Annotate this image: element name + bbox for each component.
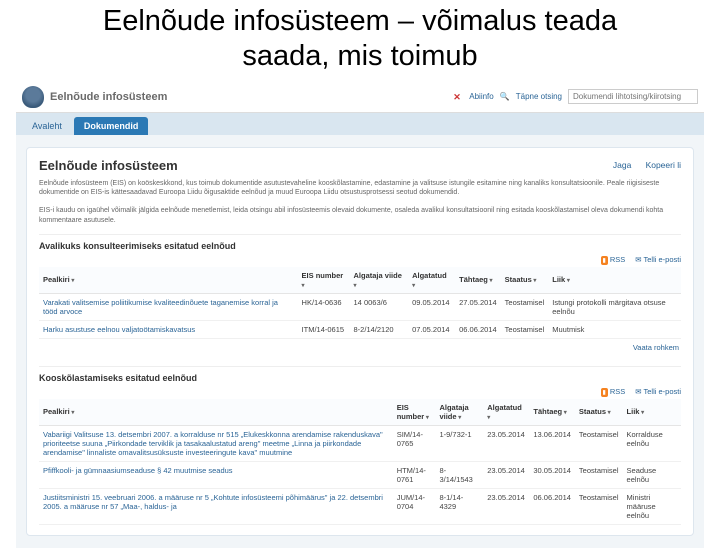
- table-coordination: Pealkiri EIS number Algataja viide Algat…: [39, 399, 681, 525]
- tabs: Avaleht Dokumendid: [16, 113, 704, 135]
- tab-documents[interactable]: Dokumendid: [74, 117, 149, 135]
- th-taht[interactable]: Tähtaeg: [529, 399, 575, 426]
- lead-text-1: Eelnõude infosüsteem (EIS) on koöskeskko…: [39, 179, 681, 199]
- slide-title: Eelnõude infosüsteem – võimalus teada sa…: [0, 0, 720, 82]
- table-row: Justiitsministri 15. veebruari 2006. a m…: [39, 488, 681, 524]
- th-title[interactable]: Pealkiri: [39, 399, 393, 426]
- row-title[interactable]: Vabariigi Valitsuse 13. detsembri 2007. …: [39, 425, 393, 461]
- th-taht[interactable]: Tähtaeg: [455, 267, 501, 294]
- table-row: Varakati valitsemise poliitikumise kvali…: [39, 293, 681, 320]
- main-panel: Eelnõude infosüsteem Jaga Kopeeri li Eel…: [26, 147, 694, 536]
- row-title[interactable]: Harku asustuse eelnou valjatoötamiskavat…: [39, 320, 298, 338]
- topbar: Eelnõude infosüsteem Abiinfo Täpne otsin…: [16, 82, 704, 113]
- crest-icon: [22, 86, 44, 108]
- rss-link-2[interactable]: ▮RSS: [601, 387, 626, 397]
- row-title[interactable]: Varakati valitsemise poliitikumise kvali…: [39, 293, 298, 320]
- th-eis[interactable]: EIS number: [298, 267, 350, 294]
- th-eis[interactable]: EIS number: [393, 399, 436, 426]
- th-liik[interactable]: Liik: [623, 399, 681, 426]
- content: Eelnõude infosüsteem Jaga Kopeeri li Eel…: [16, 135, 704, 548]
- section1-title: Avalikuks konsulteerimiseks esitatud eel…: [39, 234, 681, 251]
- tab-home[interactable]: Avaleht: [22, 117, 72, 135]
- share-link[interactable]: Jaga: [613, 160, 631, 170]
- rss-icon: ▮: [601, 388, 608, 397]
- subscribe-link-2[interactable]: ✉ Telli e-posti: [635, 387, 681, 397]
- table-row: Pfiffkooli- ja gümnaasiumseaduse § 42 mu…: [39, 461, 681, 488]
- help-link[interactable]: Abiinfo: [469, 92, 493, 101]
- alert-icon: [453, 92, 463, 102]
- section2-title: Kooskõlastamiseks esitatud eelnõud: [39, 366, 681, 383]
- table-row: Vabariigi Valitsuse 13. detsembri 2007. …: [39, 425, 681, 461]
- see-more-link[interactable]: Vaata rohkem: [633, 343, 679, 352]
- th-viide[interactable]: Algataja viide: [435, 399, 483, 426]
- search-input[interactable]: [568, 89, 698, 104]
- search-icon: [500, 92, 510, 102]
- th-title[interactable]: Pealkiri: [39, 267, 298, 294]
- table-public-consult: Pealkiri EIS number Algataja viide Algat…: [39, 267, 681, 339]
- row-title[interactable]: Pfiffkooli- ja gümnaasiumseaduse § 42 mu…: [39, 461, 393, 488]
- app-name: Eelnõude infosüsteem: [50, 91, 167, 103]
- copy-link[interactable]: Kopeeri li: [646, 160, 681, 170]
- table-row: Harku asustuse eelnou valjatoötamiskavat…: [39, 320, 681, 338]
- th-alg[interactable]: Algatatud: [483, 399, 529, 426]
- rss-icon: ▮: [601, 256, 608, 265]
- th-viide[interactable]: Algataja viide: [350, 267, 409, 294]
- subscribe-link-1[interactable]: ✉ Telli e-posti: [635, 255, 681, 265]
- advanced-search-link[interactable]: Täpne otsing: [516, 92, 562, 101]
- th-liik[interactable]: Liik: [548, 267, 681, 294]
- rss-link-1[interactable]: ▮RSS: [601, 255, 626, 265]
- eis-app: Eelnõude infosüsteem Abiinfo Täpne otsin…: [16, 82, 704, 548]
- lead-text-2: EIS-i kaudu on igaühel võimalik jälgida …: [39, 206, 681, 226]
- th-staatus[interactable]: Staatus: [575, 399, 623, 426]
- th-alg[interactable]: Algatatud: [408, 267, 455, 294]
- panel-title: Eelnõude infosüsteem: [39, 158, 178, 173]
- th-staatus[interactable]: Staatus: [501, 267, 549, 294]
- row-title[interactable]: Justiitsministri 15. veebruari 2006. a m…: [39, 488, 393, 524]
